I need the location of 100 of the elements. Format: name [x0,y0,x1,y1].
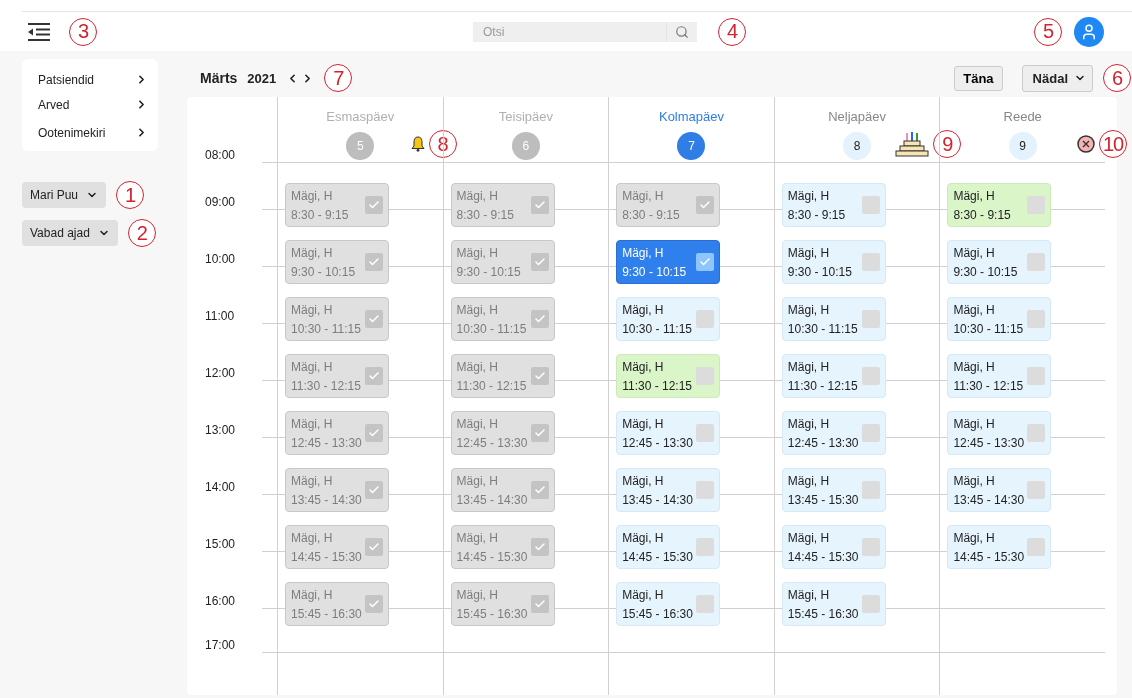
side-menu-item[interactable]: Ootenimekiri [38,120,148,145]
checkbox[interactable] [365,424,383,442]
patient-name: Mägi, H [622,416,665,431]
checkbox[interactable] [696,595,715,613]
appointment-slot[interactable]: Mägi, H 9:30 - 10:15 [616,240,721,284]
time-label: 10:00 [205,252,236,266]
checkbox[interactable] [530,253,549,271]
checkbox[interactable] [530,595,549,613]
checkbox[interactable] [696,367,715,385]
appointment-slot[interactable]: Mägi, H 15:45 - 16:30 [616,582,721,626]
day-name: Kolmapäev [658,109,724,124]
dropdown[interactable]: Mari Puu [22,182,107,208]
checkbox[interactable] [861,538,880,556]
appointment-slot[interactable]: Mägi, H 8:30 - 9:15 [947,183,1052,227]
checkbox[interactable] [530,538,549,556]
appointment-slot[interactable]: Mägi, H 10:30 - 11:15 [947,297,1052,341]
appointment-slot[interactable]: Mägi, H 15:45 - 16:30 [781,582,886,626]
checkbox[interactable] [861,253,880,271]
dropdown[interactable]: Vabad ajad [22,220,118,246]
appointment-slot[interactable]: Mägi, H 11:30 - 12:15 [947,354,1052,398]
patient-name: Mägi, H [456,245,499,260]
checkbox[interactable] [861,196,880,214]
checkbox[interactable] [1027,367,1046,385]
slot-time: 8:30 - 9:15 [456,207,514,222]
appointment-slot[interactable]: Mägi, H 10:30 - 11:15 [616,297,721,341]
search-icon[interactable] [666,21,697,42]
patient-name: Mägi, H [787,188,831,203]
checkbox[interactable] [861,595,880,613]
check-icon [533,199,546,211]
time-label: 13:00 [205,423,236,437]
appointment-slot[interactable]: Mägi, H 13:45 - 15:30 [781,468,886,512]
checkbox[interactable] [365,538,383,556]
date-circle[interactable]: 9 [1008,132,1037,160]
checkbox[interactable] [1027,481,1046,499]
callout-number: 10 [1099,130,1127,158]
check-icon [368,313,380,325]
appointment-slot[interactable]: Mägi, H 12:45 - 13:30 [616,411,721,455]
patient-name: Mägi, H [291,416,334,431]
checkbox[interactable] [696,481,715,499]
callout-number: 8 [428,130,457,158]
checkbox[interactable] [1027,253,1046,271]
avatar[interactable] [1074,16,1104,47]
day-name: Neljapäev [828,109,886,124]
slot-time: 13:45 - 15:30 [787,492,859,507]
side-menu-item[interactable]: Arved [38,92,148,117]
checkbox[interactable] [696,538,715,556]
checkbox[interactable] [1027,196,1046,214]
checkbox[interactable] [861,367,880,385]
patient-name: Mägi, H [787,473,831,488]
checkbox[interactable] [365,310,383,328]
view-select[interactable]: Nädal [1021,64,1093,92]
appointment-slot[interactable]: Mägi, H 9:30 - 10:15 [947,240,1052,284]
appointment-slot[interactable]: Mägi, H 9:30 - 10:15 [781,240,886,284]
checkbox[interactable] [365,481,383,499]
checkbox[interactable] [530,196,549,214]
checkbox[interactable] [530,424,549,442]
appointment-slot[interactable]: Mägi, H 12:45 - 13:30 [947,411,1052,455]
callout-number: 7 [324,64,353,92]
checkbox[interactable] [696,253,715,271]
checkbox[interactable] [861,424,880,442]
checkbox[interactable] [861,481,880,499]
menu-icon[interactable] [28,22,50,41]
slot-time: 13:45 - 14:30 [953,492,1025,507]
date-circle[interactable]: 7 [677,132,706,160]
checkbox[interactable] [1027,424,1046,442]
appointment-slot[interactable]: Mägi, H 12:45 - 13:30 [781,411,886,455]
appointment-slot[interactable]: Mägi, H 8:30 - 9:15 [781,183,886,227]
appointment-slot[interactable]: Mägi, H 14:45 - 15:30 [616,525,721,569]
checkbox[interactable] [696,424,715,442]
slot-time: 8:30 - 9:15 [291,207,349,222]
time-label: 15:00 [205,537,236,551]
time-label: 11:00 [205,309,235,323]
appointment-slot[interactable]: Mägi, H 13:45 - 14:30 [616,468,721,512]
checkbox[interactable] [530,481,549,499]
appointment-slot[interactable]: Mägi, H 13:45 - 14:30 [947,468,1052,512]
checkbox[interactable] [365,196,383,214]
checkbox[interactable] [530,310,549,328]
appointment-slot[interactable]: Mägi, H 11:30 - 12:15 [616,354,721,398]
patient-name: Mägi, H [456,530,499,545]
slot-time: 11:30 - 12:15 [953,378,1024,393]
side-menu-item[interactable]: Patsiendid [38,67,148,92]
search-field[interactable]: Otsi [473,21,666,42]
date-circle[interactable]: 8 [843,132,872,160]
checkbox[interactable] [365,595,383,613]
checkbox[interactable] [1027,310,1046,328]
checkbox[interactable] [365,253,383,271]
checkbox[interactable] [365,367,383,385]
appointment-slot[interactable]: Mägi, H 10:30 - 11:15 [781,297,886,341]
appointment-slot[interactable]: Mägi, H 14:45 - 15:30 [947,525,1052,569]
checkbox[interactable] [1027,538,1046,556]
slot-time: 9:30 - 10:15 [953,264,1018,279]
appointment-slot[interactable]: Mägi, H 11:30 - 12:15 [781,354,886,398]
checkbox[interactable] [696,310,715,328]
patient-name: Mägi, H [291,302,334,317]
check-icon [368,199,380,211]
today-button[interactable]: Täna [954,65,1003,91]
checkbox[interactable] [861,310,880,328]
checkbox[interactable] [530,367,549,385]
checkbox[interactable] [696,196,715,214]
appointment-slot[interactable]: Mägi, H 14:45 - 15:30 [781,525,886,569]
